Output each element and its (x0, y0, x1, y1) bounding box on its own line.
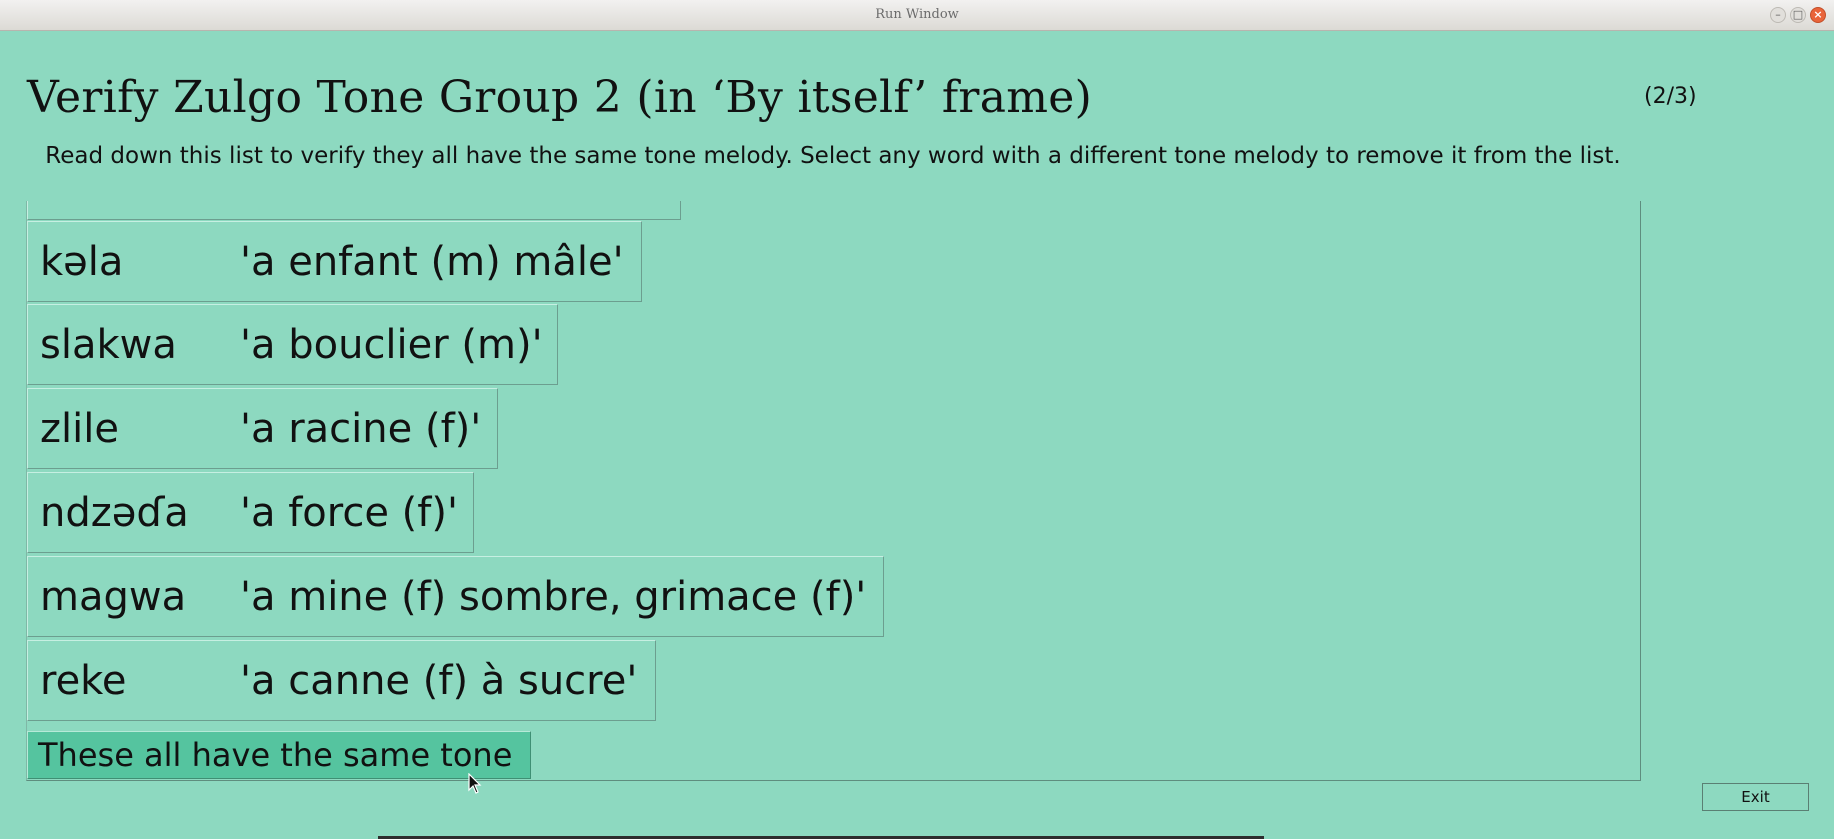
word-form: slakwa (40, 321, 177, 368)
window-title: Run Window (875, 7, 959, 22)
word-form: ndzəɗa (40, 489, 189, 536)
word-row-partial[interactable] (27, 201, 681, 220)
instructions-text: Read down this list to verify they all h… (45, 143, 1621, 169)
word-form: kəla (40, 238, 124, 285)
word-row[interactable]: zlile 'a racine (f)' (27, 388, 498, 469)
progress-indicator: (2/3) (1644, 84, 1697, 109)
word-row[interactable]: slakwa 'a bouclier (m)' (27, 304, 558, 385)
maximize-icon[interactable]: □ (1790, 7, 1806, 23)
word-row[interactable]: ndzəɗa 'a force (f)' (27, 472, 474, 553)
window-titlebar: Run Window – □ × (0, 0, 1834, 31)
word-form: zlile (40, 405, 119, 452)
word-row[interactable]: reke 'a canne (f) à sucre' (27, 640, 656, 721)
word-row[interactable]: magwa 'a mine (f) sombre, grimace (f)' (27, 556, 884, 637)
word-form: reke (40, 657, 127, 704)
word-gloss: 'a racine (f)' (240, 405, 482, 452)
mouse-cursor-icon (468, 773, 482, 794)
word-gloss: 'a canne (f) à sucre' (240, 657, 638, 704)
word-row[interactable]: kəla 'a enfant (m) mâle' (27, 221, 642, 302)
exit-button[interactable]: Exit (1702, 783, 1809, 811)
word-gloss: 'a mine (f) sombre, grimace (f)' (240, 573, 867, 620)
bottom-strip (0, 834, 1834, 839)
minimize-icon[interactable]: – (1770, 7, 1786, 23)
page-title: Verify Zulgo Tone Group 2 (in ‘By itself… (27, 72, 1093, 123)
word-form: magwa (40, 573, 187, 620)
word-gloss: 'a force (f)' (240, 489, 458, 536)
word-gloss: 'a bouclier (m)' (240, 321, 543, 368)
word-gloss: 'a enfant (m) mâle' (240, 238, 624, 285)
same-tone-button[interactable]: These all have the same tone (27, 731, 531, 779)
close-icon[interactable]: × (1810, 7, 1826, 23)
word-list-frame[interactable]: kəla 'a enfant (m) mâle' slakwa 'a boucl… (26, 201, 1641, 781)
